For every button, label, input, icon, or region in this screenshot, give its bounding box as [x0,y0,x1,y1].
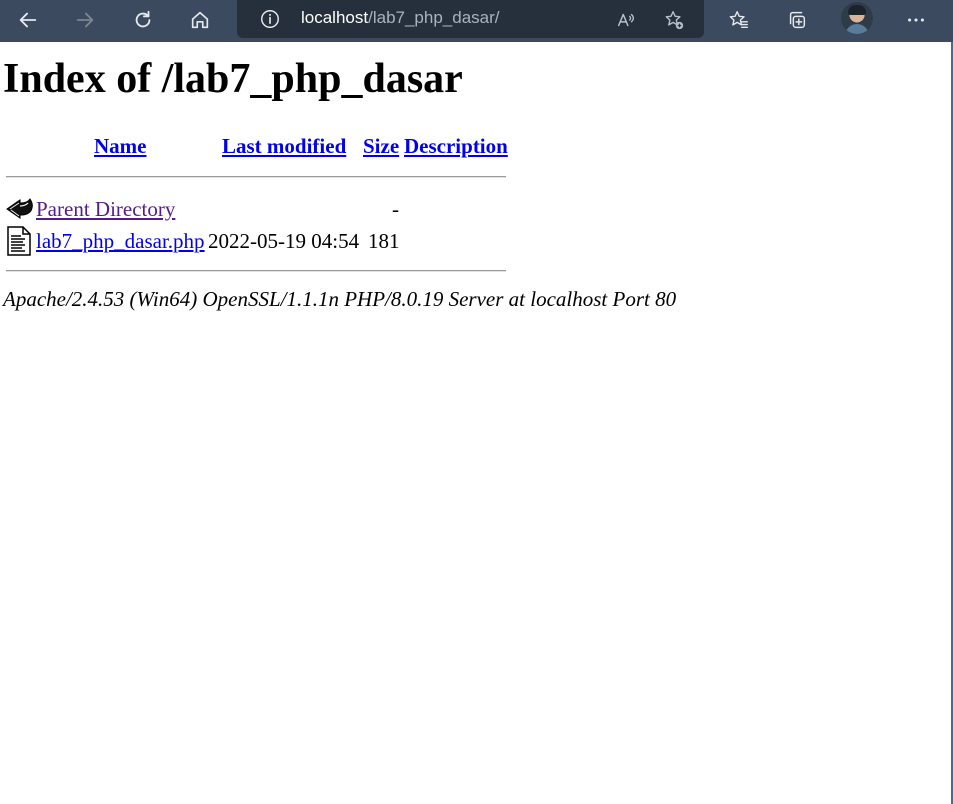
size-cell: 181 [368,229,400,253]
server-signature: Apache/2.4.53 (Win64) OpenSSL/1.1.1n PHP… [3,287,677,311]
add-favorite-icon[interactable] [657,3,691,37]
parent-directory-icon [6,198,33,219]
footer-divider [6,270,506,272]
favorites-icon[interactable] [722,3,756,37]
site-info-icon[interactable] [253,2,287,36]
back-icon[interactable] [11,3,45,37]
forward-icon[interactable] [68,3,102,37]
text-file-icon [7,226,31,256]
header-divider [6,176,506,178]
address-host: localhost [301,8,369,27]
column-header-last-modified[interactable]: Last modified [222,134,346,158]
address-url[interactable]: localhost/lab7_php_dasar/ [301,8,500,28]
page-title: Index of /lab7_php_dasar [3,56,463,102]
column-header-size[interactable]: Size [363,134,399,158]
refresh-icon[interactable] [126,3,160,37]
column-header-name[interactable]: Name [94,134,146,158]
modified-cell: 2022-05-19 04:54 [208,229,360,253]
size-cell: - [392,197,399,221]
address-path: /lab7_php_dasar/ [368,8,500,27]
table-row: lab7_php_dasar.php 2022-05-19 04:54 181 [0,226,520,256]
address-bar[interactable]: localhost/lab7_php_dasar/ [237,0,704,38]
parent-directory-link[interactable]: Parent Directory [36,197,175,221]
profile-avatar[interactable] [841,2,873,34]
table-row: Parent Directory - [0,194,520,224]
home-icon[interactable] [183,3,217,37]
read-aloud-icon[interactable] [609,3,643,37]
collections-icon[interactable] [780,3,814,37]
column-header-description[interactable]: Description [404,134,508,158]
file-link[interactable]: lab7_php_dasar.php [36,229,205,253]
more-icon[interactable] [899,3,933,37]
browser-toolbar: localhost/lab7_php_dasar/ [0,0,953,42]
